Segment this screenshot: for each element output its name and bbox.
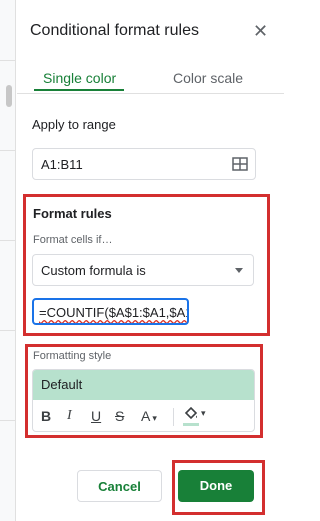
tab-divider bbox=[17, 93, 284, 94]
range-value: A1:B11 bbox=[41, 157, 83, 172]
active-tab-indicator bbox=[34, 89, 124, 91]
chevron-down-icon: ▾ bbox=[201, 408, 206, 418]
chevron-down-icon bbox=[235, 268, 243, 273]
row-divider bbox=[0, 330, 16, 331]
custom-formula-input[interactable]: =COUNTIF($A$1:$A1,$A1 bbox=[32, 298, 189, 325]
format-rules-title: Format rules bbox=[33, 206, 112, 221]
close-icon[interactable]: ✕ bbox=[253, 22, 268, 40]
fill-color-button[interactable]: ▾ bbox=[183, 406, 206, 426]
italic-button[interactable]: I bbox=[67, 408, 72, 424]
style-preset-label: Default bbox=[41, 377, 83, 392]
paint-bucket-icon bbox=[184, 406, 198, 420]
row-divider bbox=[0, 150, 16, 151]
conditional-format-panel: Conditional format rules ✕ Single color … bbox=[17, 0, 284, 521]
chevron-down-icon: ▾ bbox=[152, 413, 157, 423]
text-color-button[interactable]: A ▾ bbox=[141, 408, 157, 424]
formula-value: =COUNTIF($A$1:$A1,$A1 bbox=[39, 305, 189, 320]
condition-value: Custom formula is bbox=[41, 263, 146, 278]
bold-button[interactable]: B bbox=[41, 408, 51, 424]
panel-title: Conditional format rules bbox=[30, 22, 199, 39]
underline-button[interactable]: U bbox=[91, 408, 101, 424]
text-color-icon: A bbox=[141, 408, 151, 424]
range-input[interactable]: A1:B11 bbox=[32, 148, 256, 180]
cancel-button[interactable]: Cancel bbox=[77, 470, 162, 502]
row-divider bbox=[0, 240, 16, 241]
row-divider bbox=[0, 420, 16, 421]
toolbar-divider bbox=[173, 408, 174, 426]
formatting-style-label: Formatting style bbox=[33, 350, 112, 362]
fill-color-bar bbox=[183, 423, 199, 426]
sheet-left-edge bbox=[0, 0, 16, 521]
done-button[interactable]: Done bbox=[178, 470, 254, 502]
row-divider bbox=[0, 60, 16, 61]
scrollbar-thumb[interactable] bbox=[6, 85, 12, 107]
apply-range-label: Apply to range bbox=[32, 117, 116, 132]
strikethrough-button[interactable]: S bbox=[115, 408, 124, 424]
panel-right-edge bbox=[284, 0, 301, 521]
style-preset-preview[interactable]: Default bbox=[33, 370, 254, 400]
tab-single-color[interactable]: Single color bbox=[43, 70, 116, 86]
tab-color-scale[interactable]: Color scale bbox=[173, 70, 243, 86]
formatting-style-box: Default B I U S A ▾ ▾ bbox=[32, 369, 255, 432]
condition-dropdown[interactable]: Custom formula is bbox=[32, 254, 254, 286]
grid-icon[interactable] bbox=[231, 155, 249, 173]
format-cells-if-label: Format cells if… bbox=[33, 234, 113, 246]
